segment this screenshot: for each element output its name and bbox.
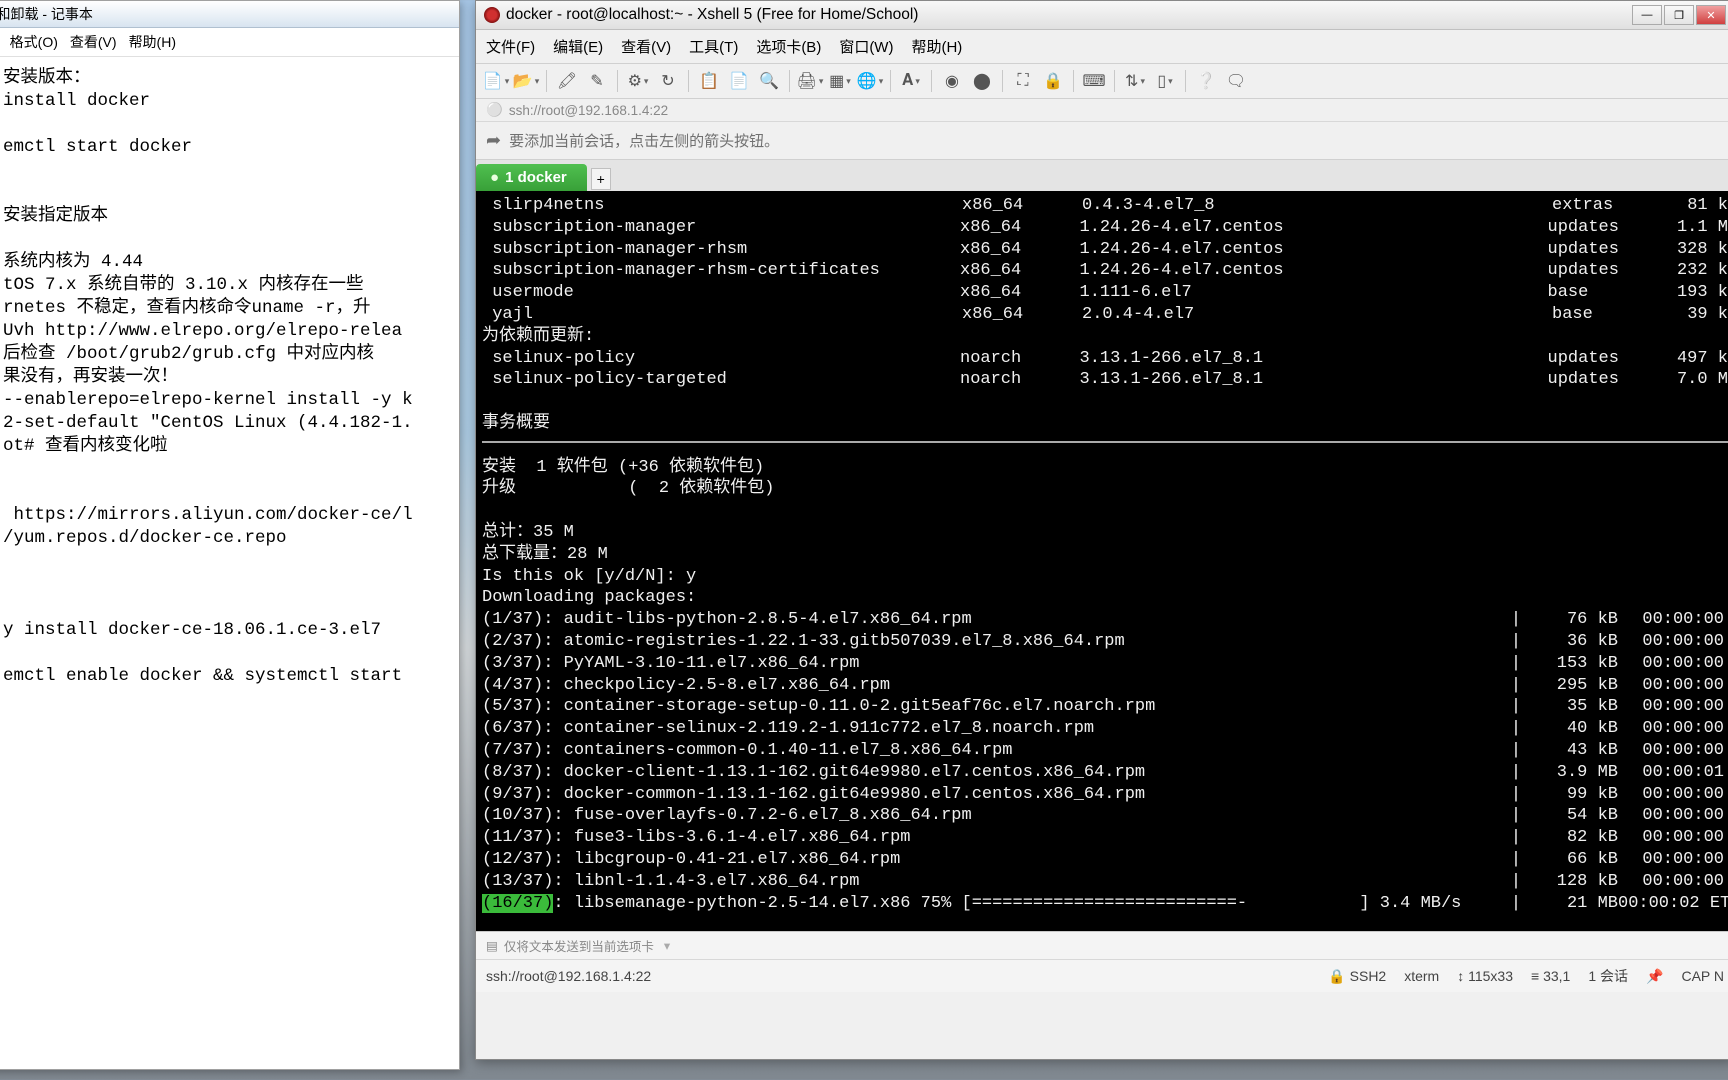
tab-docker[interactable]: ● 1 docker — [476, 164, 587, 191]
lock-icon[interactable]: 🔒 — [1041, 70, 1065, 92]
color-icon[interactable]: ◉ — [940, 70, 964, 92]
xshell-app-icon — [484, 7, 500, 23]
menu-edit[interactable]: 编辑(E) — [553, 36, 603, 57]
tab-strip: ● 1 docker + — [476, 160, 1728, 191]
tab-label: 1 docker — [505, 169, 567, 186]
status-term: xterm — [1404, 968, 1439, 984]
highlighter-icon[interactable]: 🖍 — [555, 70, 579, 92]
status-pos: ≡ 33,1 — [1531, 968, 1570, 984]
compose-icon[interactable]: 🗨 — [1224, 70, 1248, 92]
help-icon[interactable]: ❔ — [1194, 70, 1218, 92]
status-connection: ssh://root@192.168.1.4:22 — [486, 968, 1310, 984]
notepad-title: ker安装和卸载 - 记事本 — [0, 1, 459, 28]
menu-window[interactable]: 窗口(W) — [839, 36, 893, 57]
menu-format[interactable]: 格式(O) — [4, 30, 64, 54]
menu-view[interactable]: 查看(V) — [621, 36, 671, 57]
keyboard-icon[interactable]: ⌨ — [1082, 70, 1106, 92]
send-text-hint[interactable]: ▤ 仅将文本发送到当前选项卡 ▾ — [476, 932, 1728, 960]
language-icon[interactable]: 🌐 — [858, 70, 882, 92]
open-icon[interactable]: 📂 — [514, 70, 538, 92]
menu-help[interactable]: 帮助(H) — [123, 30, 182, 54]
status-dim: ↕ 115x33 — [1457, 968, 1513, 984]
xshell-toolbar: 📄 📂 🖍 ✎ ⚙ ↻ 📋 📄 🔍 🖨 ▦ 🌐 𝐀 ◉ ⬤ ⛶ 🔒 ⌨ ⇅ ▯ … — [476, 64, 1728, 99]
notepad-menubar[interactable]: 编辑(E) 格式(O) 查看(V) 帮助(H) — [0, 28, 459, 57]
font-icon[interactable]: 𝐀 — [899, 70, 923, 92]
new-session-icon[interactable]: 📄 — [484, 70, 508, 92]
arrow-icon[interactable]: ➦ — [486, 130, 501, 151]
tab-add-button[interactable]: + — [591, 168, 611, 190]
address-bar[interactable]: ⚪ ssh://root@192.168.1.4:22 — [476, 99, 1728, 122]
status-cap: CAP N — [1681, 968, 1724, 984]
copy-icon[interactable]: 📋 — [697, 70, 721, 92]
paste-icon[interactable]: 📄 — [727, 70, 751, 92]
terminal-pane[interactable]: slirp4netnsx86_640.4.3-4.el7_8extras81 k… — [476, 191, 1728, 931]
dark-icon[interactable]: ⬤ — [970, 70, 994, 92]
status-ssh: 🔒 SSH2 — [1328, 968, 1386, 985]
menu-file[interactable]: 文件(F) — [486, 36, 535, 57]
hint-text: 要添加当前会话，点击左侧的箭头按钮。 — [509, 130, 779, 151]
send-text-label: 仅将文本发送到当前选项卡 — [504, 936, 654, 955]
tab-status-icon: ● — [490, 169, 499, 186]
address-icon: ⚪ — [486, 102, 503, 118]
window-close[interactable]: ✕ — [1696, 5, 1726, 25]
print-icon[interactable]: 🖨 — [798, 70, 822, 92]
menu-help[interactable]: 帮助(H) — [911, 36, 962, 57]
send-icon: ▤ — [486, 938, 498, 953]
session-hint: ➦ 要添加当前会话，点击左侧的箭头按钮。 — [476, 122, 1728, 160]
clear-icon[interactable]: ✎ — [585, 70, 609, 92]
xshell-menubar[interactable]: 文件(F) 编辑(E) 查看(V) 工具(T) 选项卡(B) 窗口(W) 帮助(… — [476, 30, 1728, 64]
notepad-window: ker安装和卸载 - 记事本 编辑(E) 格式(O) 查看(V) 帮助(H) 安… — [0, 0, 460, 1070]
window-minimize[interactable]: — — [1632, 5, 1662, 25]
layout-icon[interactable]: ▯ — [1153, 70, 1177, 92]
status-bar: ssh://root@192.168.1.4:22 🔒 SSH2 xterm ↕… — [476, 960, 1728, 992]
notepad-textarea[interactable]: 安装版本： install docker emctl start docker … — [0, 57, 459, 692]
scroll-icon[interactable]: ⇅ — [1123, 70, 1147, 92]
xshell-window: docker - root@localhost:~ - Xshell 5 (Fr… — [475, 0, 1728, 1060]
menu-view[interactable]: 查看(V) — [64, 30, 123, 54]
window-maximize[interactable]: ❐ — [1664, 5, 1694, 25]
xshell-footer: ▤ 仅将文本发送到当前选项卡 ▾ ssh://root@192.168.1.4:… — [476, 931, 1728, 992]
fullscreen-icon[interactable]: ⛶ — [1011, 70, 1035, 92]
reconnect-icon[interactable]: ↻ — [656, 70, 680, 92]
status-pin[interactable]: 📌 — [1646, 968, 1663, 985]
xshell-titlebar[interactable]: docker - root@localhost:~ - Xshell 5 (Fr… — [476, 1, 1728, 30]
menu-tabs[interactable]: 选项卡(B) — [756, 36, 821, 57]
search-icon[interactable]: 🔍 — [757, 70, 781, 92]
status-sess: 1 会话 — [1588, 966, 1628, 986]
menu-tools[interactable]: 工具(T) — [689, 36, 738, 57]
address-text: ssh://root@192.168.1.4:22 — [509, 103, 668, 118]
xshell-title-text: docker - root@localhost:~ - Xshell 5 (Fr… — [506, 6, 918, 24]
tile-icon[interactable]: ▦ — [828, 70, 852, 92]
properties-icon[interactable]: ⚙ — [626, 70, 650, 92]
